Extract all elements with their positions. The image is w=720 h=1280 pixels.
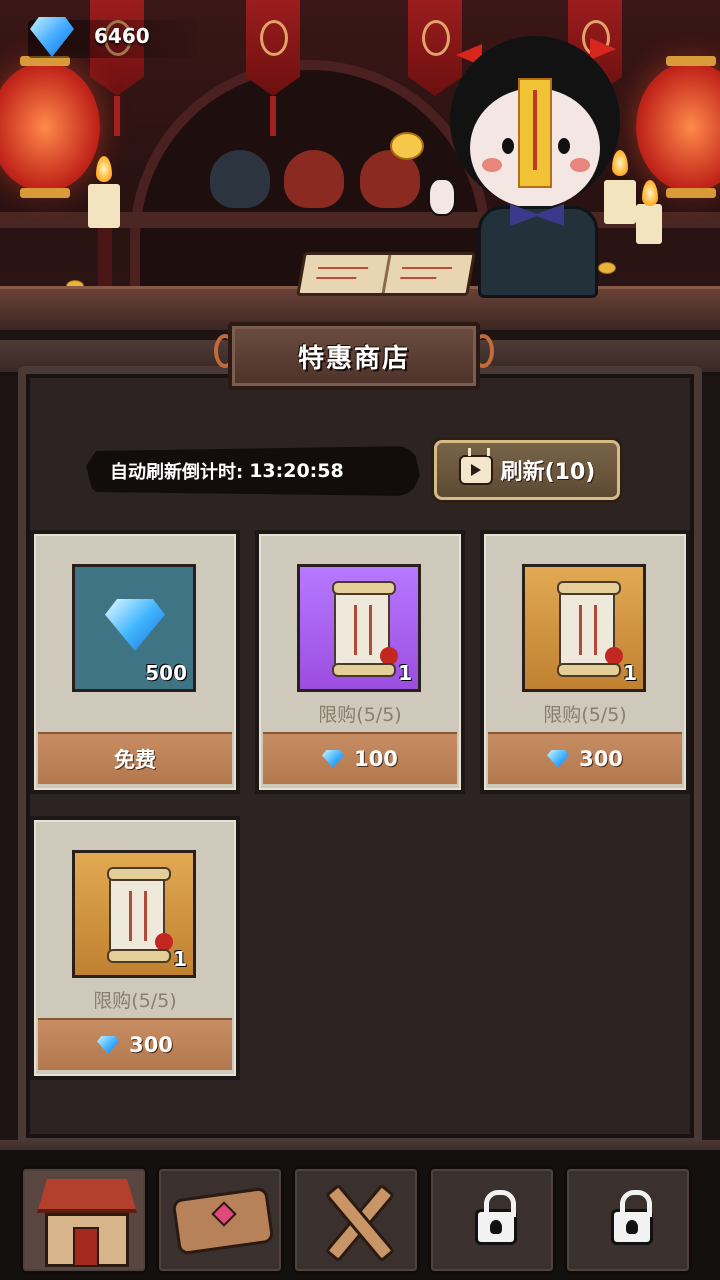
timer-label: 自动刷新倒计时: bbox=[110, 462, 244, 483]
timer-value: 13:20:58 bbox=[249, 460, 344, 482]
page-title: 特惠商店 bbox=[297, 343, 410, 374]
diamond-icon bbox=[105, 599, 165, 651]
red-lantern bbox=[0, 56, 100, 198]
refresh-timer: 自动刷新倒计时: 13:20:58 bbox=[86, 446, 420, 496]
red-lantern bbox=[636, 56, 720, 198]
shopkeeper-character bbox=[390, 28, 630, 298]
refresh-label: 刷新(10) bbox=[500, 460, 596, 485]
item-quantity: 1 bbox=[173, 947, 187, 971]
item-icon-frame: 1 bbox=[522, 564, 646, 692]
price-label: 免费 bbox=[114, 748, 156, 772]
lock-icon bbox=[611, 1190, 653, 1245]
candle bbox=[636, 204, 662, 244]
scroll-icon bbox=[332, 581, 398, 677]
paper-talisman bbox=[518, 78, 552, 188]
scroll-icon bbox=[107, 867, 173, 963]
candle-flame bbox=[642, 180, 658, 206]
buy-button[interactable]: 100 bbox=[263, 732, 457, 784]
candle bbox=[88, 184, 120, 228]
banner-tassel bbox=[270, 96, 276, 136]
shop-item-card[interactable]: 1 限购(5/5) 100 bbox=[255, 530, 465, 794]
item-quantity: 500 bbox=[145, 661, 187, 685]
diamond-icon bbox=[322, 750, 345, 768]
candle-flame bbox=[96, 156, 112, 182]
tv-ad-icon bbox=[458, 455, 493, 485]
item-icon-frame: 1 bbox=[72, 850, 196, 978]
buy-button[interactable]: 300 bbox=[38, 1018, 232, 1070]
shop-item-card[interactable]: 500 免费 bbox=[30, 530, 240, 794]
item-icon-frame: 500 bbox=[72, 564, 196, 692]
refresh-button[interactable]: 刷新(10) bbox=[434, 440, 620, 500]
gem-count: 6460 bbox=[94, 24, 150, 48]
item-icon-frame: 1 bbox=[297, 564, 421, 692]
price-label: 300 bbox=[129, 1033, 173, 1057]
purchase-limit: 限购(5/5) bbox=[93, 990, 177, 1012]
diamond-icon bbox=[547, 750, 570, 768]
nav-tab-battle[interactable] bbox=[292, 1166, 420, 1274]
shop-backdrop: 6460 bbox=[0, 0, 720, 330]
hanging-banner bbox=[246, 0, 300, 96]
nav-tab-locked[interactable] bbox=[428, 1166, 556, 1274]
item-quantity: 1 bbox=[398, 661, 412, 685]
buy-button[interactable]: 300 bbox=[488, 732, 682, 784]
shelf-jar bbox=[284, 150, 344, 208]
diamond-icon bbox=[97, 1036, 120, 1054]
candle-holder bbox=[98, 226, 112, 286]
shop-item-card[interactable]: 1 限购(5/5) 300 bbox=[30, 816, 240, 1080]
price-label: 300 bbox=[579, 747, 623, 771]
gold-coin bbox=[390, 132, 424, 160]
nav-tab-shop[interactable] bbox=[20, 1166, 148, 1274]
lock-icon bbox=[475, 1190, 517, 1245]
nav-tab-map[interactable] bbox=[156, 1166, 284, 1274]
item-quantity: 1 bbox=[623, 661, 637, 685]
nav-tab-locked[interactable] bbox=[564, 1166, 692, 1274]
purchase-limit: 限购(5/5) bbox=[318, 704, 402, 726]
scroll-icon bbox=[557, 581, 623, 677]
banner-tassel bbox=[114, 96, 120, 136]
shop-item-card[interactable]: 1 限购(5/5) 300 bbox=[480, 530, 690, 794]
price-label: 100 bbox=[354, 747, 398, 771]
buy-button[interactable]: 免费 bbox=[38, 732, 232, 784]
shop-title-plaque: 特惠商店 bbox=[228, 322, 480, 390]
purchase-limit: 限购(5/5) bbox=[543, 704, 627, 726]
shelf-jar bbox=[210, 150, 270, 208]
